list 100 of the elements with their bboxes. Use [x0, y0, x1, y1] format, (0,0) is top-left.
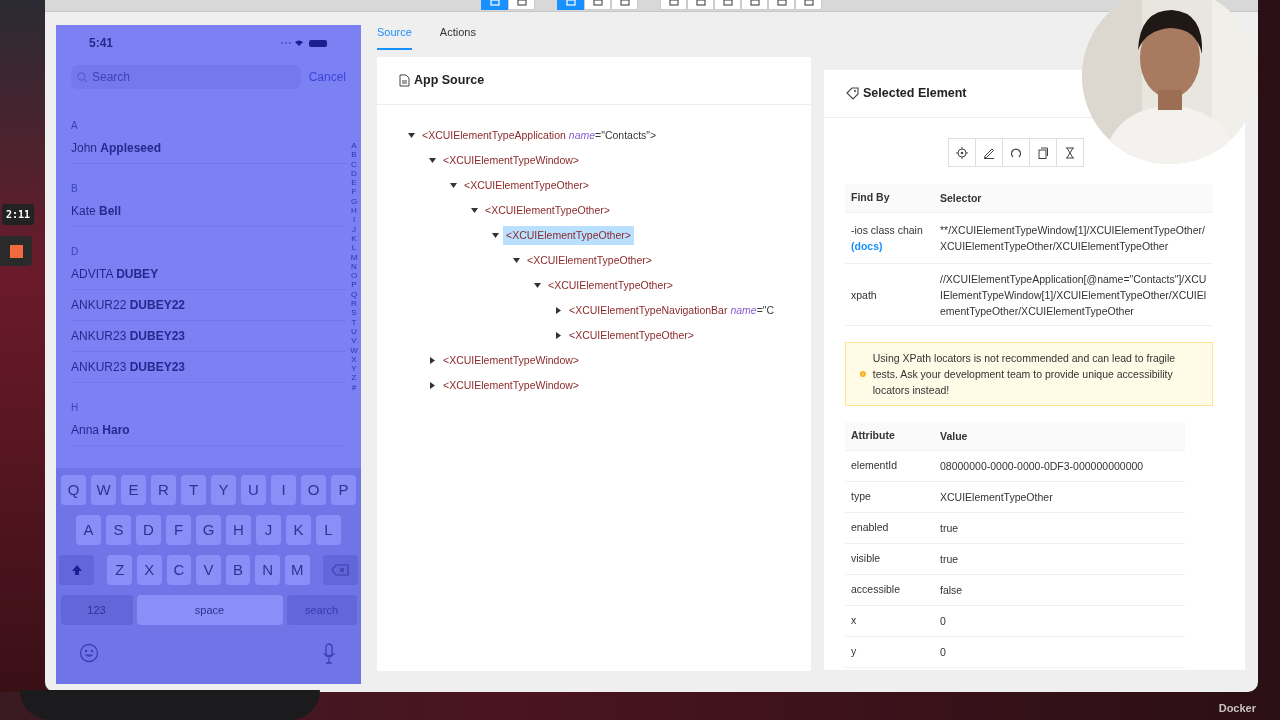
hourglass-button[interactable]	[1056, 138, 1084, 167]
caret-right-icon[interactable]	[429, 357, 436, 364]
keyboard-key[interactable]: K	[286, 515, 311, 545]
contact-name[interactable]: ADVITA DUBEY	[71, 259, 346, 290]
index-letter[interactable]: E	[349, 178, 359, 188]
index-letter[interactable]: P	[349, 280, 359, 290]
index-letter[interactable]: #	[349, 382, 359, 392]
keyboard-key[interactable]: R	[151, 475, 176, 505]
target-button[interactable]	[948, 138, 976, 167]
keyboard-key[interactable]: Z	[107, 555, 132, 585]
keyboard-key[interactable]: D	[136, 515, 161, 545]
tree-node[interactable]: <XCUIElementTypeWindow>	[440, 350, 582, 371]
caret-down-icon[interactable]	[513, 257, 520, 264]
index-letter[interactable]: R	[349, 299, 359, 309]
docs-link[interactable]: (docs)	[851, 240, 883, 252]
tab[interactable]: Actions	[439, 19, 476, 50]
contact-name[interactable]: ANKUR23 DUBEY23	[71, 352, 346, 383]
keyboard-key[interactable]: L	[316, 515, 341, 545]
keyboard-key[interactable]: X	[137, 555, 162, 585]
column-header: Find By	[850, 190, 891, 206]
keyboard-key[interactable]: P	[331, 475, 356, 505]
keyboard-key[interactable]: A	[76, 515, 101, 545]
keyboard-key[interactable]: F	[166, 515, 191, 545]
index-letter[interactable]: O	[349, 271, 359, 281]
caret-down-icon[interactable]	[534, 282, 541, 289]
caret-down-icon[interactable]	[492, 232, 499, 239]
keyboard-key[interactable]: O	[301, 475, 326, 505]
index-letter[interactable]: B	[349, 150, 359, 160]
index-letter[interactable]: A	[349, 141, 359, 151]
pencil-button[interactable]	[975, 138, 1003, 167]
index-letter[interactable]: W	[349, 345, 359, 355]
caret-down-icon[interactable]	[408, 132, 415, 139]
refresh-button[interactable]	[1002, 138, 1030, 167]
keyboard-key[interactable]: B	[225, 555, 251, 585]
target-icon	[956, 146, 968, 159]
index-letter[interactable]: K	[349, 233, 359, 244]
microphone-icon[interactable]	[322, 643, 336, 665]
tree-node[interactable]: <XCUIElementTypeOther>	[524, 250, 655, 271]
index-letter[interactable]: T	[349, 317, 359, 327]
index-letter[interactable]: U	[349, 326, 359, 337]
keyboard-key[interactable]: J	[256, 515, 281, 545]
tab[interactable]: Source	[377, 19, 412, 50]
caret-down-icon[interactable]	[429, 157, 436, 164]
keyboard-key[interactable]: V	[196, 555, 221, 585]
index-letter[interactable]: M	[349, 252, 359, 262]
search-icon	[77, 71, 88, 83]
caret-down-icon[interactable]	[471, 207, 478, 214]
tree-node[interactable]: <XCUIElementTypeApplication name="Contacts">	[419, 125, 660, 146]
tree-node[interactable]: <XCUIElementTypeNavigationBar name="C	[566, 300, 778, 321]
emoji-icon[interactable]	[79, 643, 99, 663]
keyboard-key[interactable]: Q	[61, 475, 86, 505]
contact-name[interactable]: Kate Bell	[71, 196, 346, 227]
keyboard-key[interactable]: Y	[211, 475, 236, 505]
caret-down-icon[interactable]	[450, 182, 457, 189]
tree-node[interactable]: <XCUIElementTypeWindow>	[440, 150, 582, 171]
index-letter[interactable]: Q	[349, 289, 359, 300]
numbers-key[interactable]: 123	[60, 595, 133, 625]
keyboard-key[interactable]: M	[285, 555, 310, 585]
index-letter[interactable]: V	[349, 336, 359, 346]
tag-icon	[846, 87, 859, 100]
caret-right-icon[interactable]	[555, 332, 562, 339]
tree-node[interactable]: <XCUIElementTypeOther>	[482, 200, 613, 221]
space-bar[interactable]: space	[136, 595, 283, 625]
tree-node[interactable]: <XCUIElementTypeOther>	[461, 175, 592, 196]
stop-recording-button[interactable]	[0, 236, 32, 266]
keyboard-key[interactable]: E	[121, 475, 146, 505]
keyboard-key[interactable]: S	[106, 515, 131, 545]
tree-node[interactable]: <XCUIElementTypeOther>	[566, 325, 697, 346]
tree-node[interactable]: <XCUIElementTypeOther>	[545, 275, 676, 296]
keyboard-key[interactable]: H	[226, 515, 251, 545]
index-letter[interactable]: X	[349, 354, 359, 365]
index-letter[interactable]: N	[349, 261, 359, 272]
contact-name[interactable]: John Appleseed	[71, 133, 346, 164]
document-icon	[399, 74, 410, 87]
cancel-link[interactable]: Cancel	[308, 68, 346, 86]
keyboard-key[interactable]: C	[166, 555, 192, 585]
index-letter[interactable]: H	[349, 206, 359, 216]
shift-key[interactable]	[59, 555, 95, 585]
caret-right-icon[interactable]	[429, 382, 436, 389]
keyboard-key[interactable]: N	[255, 555, 280, 585]
contact-name[interactable]: ANKUR23 DUBEY23	[71, 321, 346, 352]
tree-node[interactable]: <XCUIElementTypeWindow>	[440, 375, 582, 396]
contact-name[interactable]: Anna Haro	[71, 415, 346, 446]
keyboard-key[interactable]: U	[241, 475, 266, 505]
hourglass-icon	[1064, 146, 1076, 159]
attribute-name: enabled	[850, 520, 890, 536]
index-letter[interactable]: F	[349, 187, 359, 197]
column-header: Value	[939, 429, 969, 444]
section-header: D	[71, 245, 80, 259]
index-letter[interactable]: D	[349, 168, 359, 179]
keyboard-key[interactable]: G	[196, 515, 221, 545]
index-letter[interactable]: Z	[349, 373, 359, 383]
keyboard-key[interactable]: I	[271, 475, 296, 505]
keyboard-key[interactable]: T	[181, 475, 206, 505]
index-letter[interactable]: Y	[349, 364, 359, 374]
keyboard-key[interactable]: W	[91, 475, 116, 505]
copy-button[interactable]	[1029, 138, 1057, 167]
caret-right-icon[interactable]	[555, 307, 562, 314]
contact-name[interactable]: ANKUR22 DUBEY22	[71, 290, 346, 321]
tree-node[interactable]: <XCUIElementTypeOther>	[503, 225, 634, 246]
